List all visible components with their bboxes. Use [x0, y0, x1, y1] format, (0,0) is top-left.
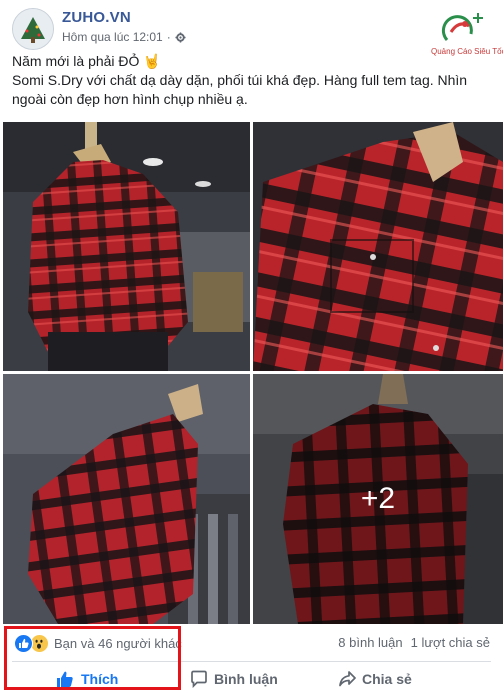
facebook-post: ZUHO.VN Hôm qua lúc 12:01 · Quảng Cáo Si…	[0, 0, 503, 695]
comment-icon	[191, 670, 207, 688]
page-avatar[interactable]	[12, 8, 54, 50]
photo-4[interactable]: +2	[253, 374, 503, 624]
comment-label: Bình luận	[214, 671, 278, 687]
page-name[interactable]: ZUHO.VN	[62, 9, 131, 26]
share-icon	[339, 671, 356, 687]
caption-line-1: Năm mới là phải ĐỎ 🤘	[12, 53, 161, 69]
share-count[interactable]: 1 lượt chia sẻ	[411, 635, 490, 650]
more-photos-overlay[interactable]: +2	[253, 374, 503, 624]
photo-grid: +2	[3, 122, 503, 624]
post-header: ZUHO.VN Hôm qua lúc 12:01 · Quảng Cáo Si…	[12, 8, 503, 56]
share-button[interactable]: Chia sẻ	[338, 667, 412, 691]
post-meta: Hôm qua lúc 12:01 ·	[62, 30, 186, 44]
gear-icon[interactable]	[175, 31, 186, 43]
photo-1[interactable]	[3, 122, 250, 371]
post-caption: Năm mới là phải ĐỎ 🤘 Somi S.Dry với chất…	[12, 52, 492, 109]
dot-separator: ·	[166, 30, 171, 44]
comment-count[interactable]: 8 bình luận	[338, 635, 402, 650]
post-timestamp[interactable]: Hôm qua lúc 12:01	[62, 30, 163, 44]
engagement-counts: 8 bình luận 1 lượt chia sẻ	[338, 635, 490, 650]
watermark-icon	[441, 13, 483, 42]
share-label: Chia sẻ	[362, 671, 412, 687]
like-icon	[14, 634, 33, 653]
caption-line-2: Somi S.Dry với chất dạ dày dặn, phối túi…	[12, 72, 468, 107]
photo-3[interactable]	[3, 374, 250, 624]
photo-2[interactable]	[253, 122, 503, 371]
comment-button[interactable]: Bình luận	[190, 667, 278, 691]
